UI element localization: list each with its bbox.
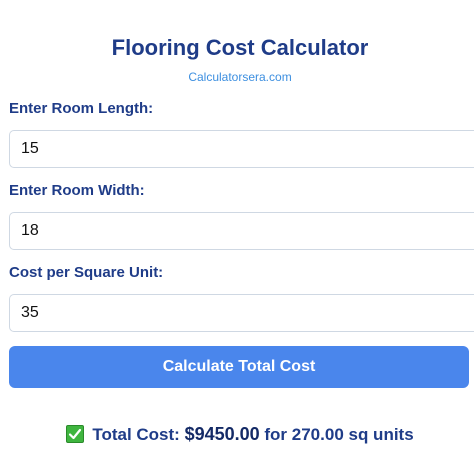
room-width-label: Enter Room Width: <box>9 182 145 199</box>
calculator-page: Flooring Cost Calculator Calculatorsera.… <box>0 0 474 459</box>
result-amount: $9450.00 <box>184 424 260 444</box>
room-width-input[interactable] <box>9 212 474 250</box>
result-suffix: for 270.00 sq units <box>264 425 414 444</box>
cost-per-unit-label: Cost per Square Unit: <box>9 264 164 281</box>
check-mark-icon <box>66 425 85 443</box>
site-credit: Calculatorsera.com <box>188 70 292 84</box>
room-length-label: Enter Room Length: <box>9 100 154 117</box>
page-title: Flooring Cost Calculator <box>111 35 369 60</box>
result-prefix: Total Cost: <box>92 425 180 444</box>
calculate-button[interactable]: Calculate Total Cost <box>9 346 469 388</box>
cost-per-unit-input[interactable] <box>9 294 474 332</box>
room-length-input[interactable] <box>9 130 474 168</box>
result-line: Total Cost: $9450.00 for 270.00 sq units <box>0 423 474 446</box>
